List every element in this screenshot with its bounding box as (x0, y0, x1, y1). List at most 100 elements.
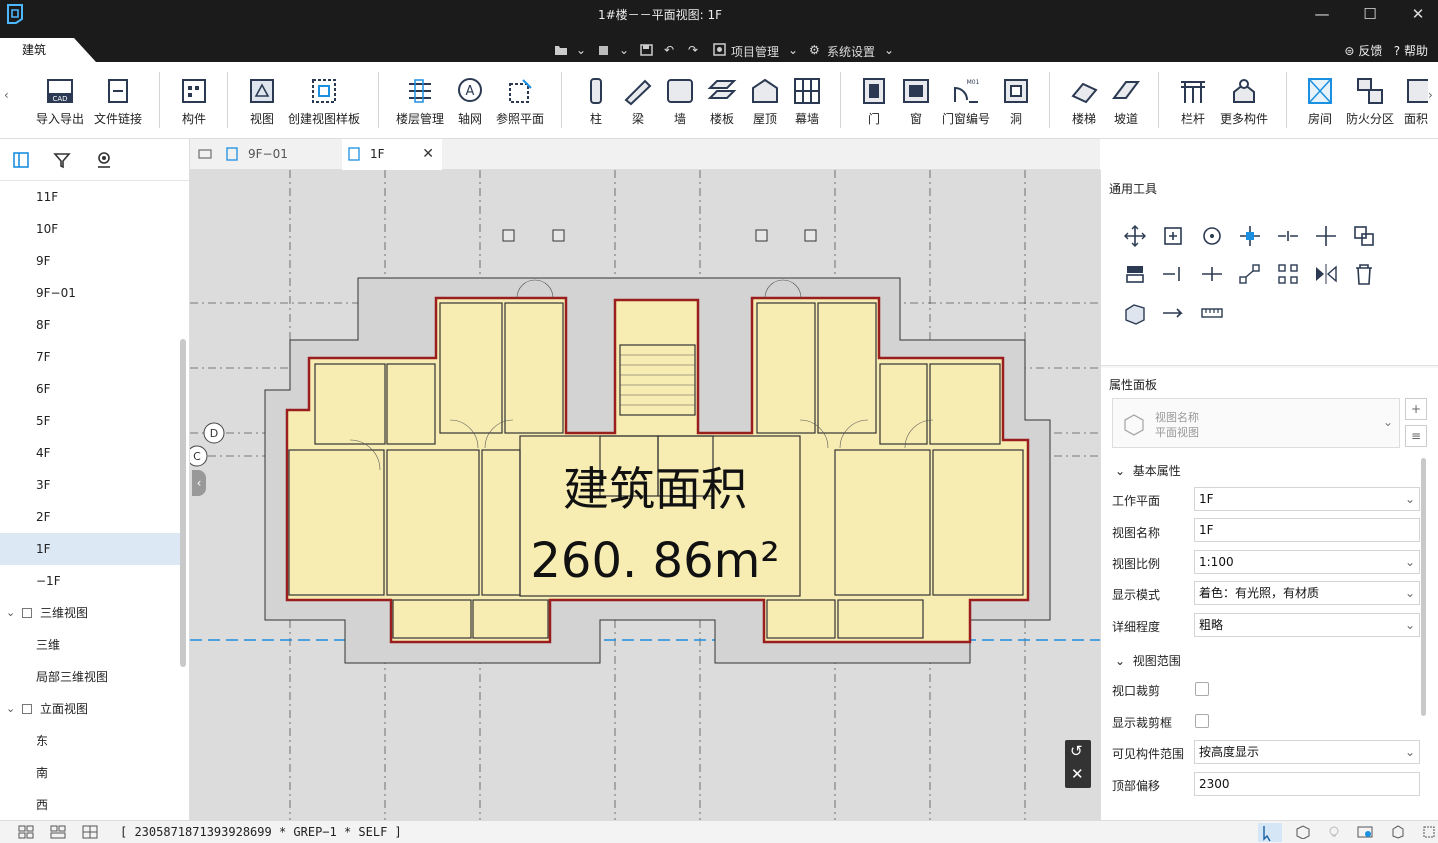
3d-box-icon[interactable] (1122, 300, 1148, 326)
display-mode-select[interactable]: 着色：有光照，有材质 ⌄ (1194, 581, 1420, 605)
extend-icon[interactable] (1313, 223, 1339, 249)
tree-scrollbar[interactable] (180, 339, 186, 667)
collapse-sidebar-handle[interactable]: ‹ (192, 470, 206, 496)
tree-item[interactable]: 4F (0, 437, 180, 469)
tree-item[interactable]: 3F (0, 469, 180, 501)
viewport-crop-checkbox[interactable] (1195, 682, 1209, 696)
filter-icon[interactable] (51, 149, 73, 171)
window-button[interactable]: 窗 (900, 76, 932, 127)
cube-view-icon[interactable] (1295, 825, 1311, 839)
beam-button[interactable]: 梁 (622, 76, 654, 127)
tree-item[interactable]: 8F (0, 309, 180, 341)
top-offset-input[interactable]: 2300 (1194, 772, 1420, 796)
measure-icon[interactable] (1160, 300, 1186, 326)
crop-view-icon[interactable] (1422, 825, 1436, 839)
door-window-number-button[interactable]: M01 门窗编号 (940, 76, 992, 127)
copy-icon[interactable] (1160, 223, 1186, 249)
light-bulb-icon[interactable] (1327, 825, 1341, 839)
minimize-button[interactable]: — (1298, 0, 1346, 28)
location-settings-icon[interactable] (93, 149, 115, 171)
tree-item[interactable]: 东 (0, 725, 180, 757)
chevron-down-icon[interactable]: ⌄ (788, 43, 798, 57)
chevron-down-icon[interactable]: ⌄ (1383, 415, 1393, 429)
area-button[interactable]: 面积 (1404, 76, 1428, 127)
chevron-down-icon[interactable]: ⌄ (6, 597, 15, 629)
align-icon[interactable] (1122, 261, 1148, 287)
join-icon[interactable] (1199, 261, 1225, 287)
tab-list-icon[interactable] (198, 147, 212, 161)
show-crop-box-checkbox[interactable] (1195, 714, 1209, 728)
rotate-view-icon[interactable]: ↺ (1070, 742, 1083, 760)
view-name-input[interactable]: 1F (1194, 518, 1420, 542)
ramp-button[interactable]: 坡道 (1110, 76, 1142, 127)
tree-item[interactable]: ⌄ 三维视图 (0, 597, 180, 629)
detail-level-select[interactable]: 粗略 ⌄ (1194, 613, 1420, 637)
panel-toggle-icon[interactable] (10, 149, 32, 171)
file-link-button[interactable]: 文件链接 (93, 76, 143, 127)
wall-button[interactable]: 墙 (664, 76, 696, 127)
view-button[interactable]: 视图 (245, 76, 279, 127)
ruler-icon[interactable] (1199, 300, 1225, 326)
rotate-icon[interactable] (1199, 223, 1225, 249)
basic-properties-header[interactable]: ⌄ 基本属性 (1115, 462, 1181, 479)
fire-zone-button[interactable]: 防火分区 (1344, 76, 1396, 127)
duplicate-icon[interactable] (1351, 223, 1377, 249)
building-icon[interactable] (597, 44, 611, 56)
more-components-button[interactable]: 更多构件 (1218, 76, 1270, 127)
tree-item[interactable]: ⌄ 立面视图 (0, 693, 180, 725)
feedback-link[interactable]: 反馈 (1358, 44, 1382, 58)
slab-button[interactable]: 楼板 (705, 76, 739, 127)
tree-item[interactable]: 9F (0, 245, 180, 277)
trim-icon[interactable] (1237, 223, 1263, 249)
layout-grid-icon[interactable] (18, 825, 34, 839)
project-management-menu[interactable]: 项目管理 (731, 43, 779, 60)
tab-9f-01[interactable]: 9F−01 (220, 139, 340, 170)
work-plane-select[interactable]: 1F ⌄ (1194, 487, 1420, 511)
close-view-icon[interactable]: ✕ (1071, 765, 1084, 783)
layout-tile-icon[interactable] (50, 825, 66, 839)
type-settings-button[interactable]: ≡ (1405, 425, 1427, 447)
close-tab-icon[interactable]: ✕ (422, 139, 434, 170)
split-icon[interactable] (1275, 223, 1301, 249)
import-export-button[interactable]: CAD 导入导出 (35, 76, 85, 127)
properties-scrollbar[interactable] (1421, 458, 1426, 716)
plan-canvas[interactable]: D C 建筑面积 260. 86m² ‹ ↺ ✕ (190, 170, 1100, 820)
save-icon[interactable] (640, 44, 653, 56)
tree-item[interactable]: 南 (0, 757, 180, 789)
help-link[interactable]: 帮助 (1404, 44, 1428, 58)
tree-item[interactable]: 6F (0, 373, 180, 405)
tree-item[interactable]: 西 (0, 789, 180, 821)
tree-item[interactable]: 2F (0, 501, 180, 533)
layout-split-icon[interactable] (82, 825, 98, 839)
tree-item[interactable]: 9F−01 (0, 277, 180, 309)
tree-item[interactable]: 1F (0, 533, 180, 565)
undo-icon[interactable]: ↶ (664, 43, 674, 57)
floor-management-button[interactable]: 楼层管理 (394, 76, 446, 127)
close-button[interactable]: ✕ (1394, 0, 1438, 28)
tree-item[interactable]: 7F (0, 341, 180, 373)
chevron-down-icon[interactable]: ⌄ (576, 43, 586, 57)
delete-icon[interactable] (1351, 261, 1377, 287)
maximize-button[interactable]: ☐ (1346, 0, 1394, 28)
render-icon[interactable] (1357, 825, 1373, 839)
column-button[interactable]: 柱 (580, 76, 612, 127)
group-icon[interactable] (1275, 261, 1301, 287)
roof-button[interactable]: 屋顶 (748, 76, 782, 127)
door-button[interactable]: 门 (858, 76, 890, 127)
chevron-down-icon[interactable]: ⌄ (6, 693, 15, 725)
move-icon[interactable] (1122, 223, 1148, 249)
tab-architecture[interactable]: 建筑 (0, 38, 96, 62)
curtain-wall-button[interactable]: 幕墙 (790, 76, 824, 127)
room-button[interactable]: 房间 (1304, 76, 1336, 127)
scroll-left-icon[interactable]: ‹ (4, 88, 9, 102)
tab-1f[interactable]: 1F ✕ (342, 139, 442, 170)
view-range-header[interactable]: ⌄ 视图范围 (1115, 652, 1181, 669)
system-settings-menu[interactable]: 系统设置 (827, 43, 875, 60)
stair-button[interactable]: 楼梯 (1068, 76, 1100, 127)
tree-item[interactable]: −1F (0, 565, 180, 597)
open-folder-icon[interactable] (554, 44, 568, 56)
visible-range-select[interactable]: 按高度显示 ⌄ (1194, 740, 1420, 764)
grid-axis-button[interactable]: A 轴网 (454, 76, 486, 127)
add-type-button[interactable]: + (1405, 398, 1427, 420)
view-scale-select[interactable]: 1:100 ⌄ (1194, 550, 1420, 574)
